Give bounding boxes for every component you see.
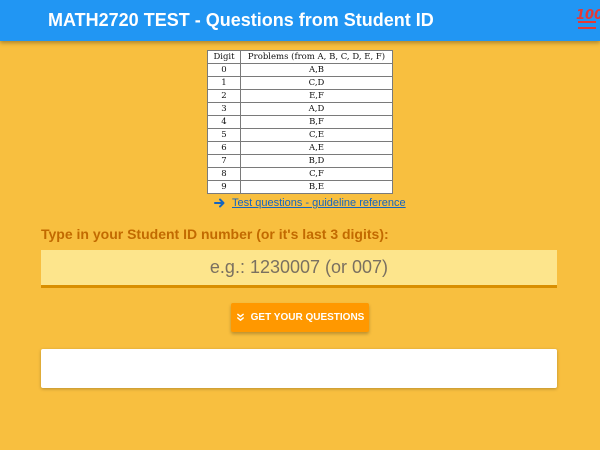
table-row: 7 B,D — [207, 154, 393, 168]
student-id-input[interactable] — [41, 250, 557, 288]
get-questions-label: GET YOUR QUESTIONS — [250, 312, 365, 323]
problems-cell: B,D — [240, 154, 393, 168]
table-row: 1 C,D — [207, 76, 393, 90]
app-bar: MATH2720 TEST - Questions from Student I… — [0, 0, 600, 41]
hundred-points-icon: 100 — [576, 7, 600, 31]
digit-cell: 0 — [207, 63, 241, 77]
table-header-row: Digit Problems (from A, B, C, D, E, F) — [207, 50, 393, 64]
get-questions-button[interactable]: GET YOUR QUESTIONS — [231, 303, 369, 332]
problems-cell: B,E — [240, 180, 393, 194]
digit-problem-table: Digit Problems (from A, B, C, D, E, F) 0… — [207, 50, 393, 194]
table-row: 5 C,E — [207, 128, 393, 142]
student-id-label: Type in your Student ID number (or it's … — [41, 226, 389, 242]
table-row: 9 B,E — [207, 180, 393, 194]
table-row: 4 B,F — [207, 115, 393, 129]
problems-cell: C,D — [240, 76, 393, 90]
digit-cell: 3 — [207, 102, 241, 116]
table-row: 0 A,B — [207, 63, 393, 77]
digit-cell: 1 — [207, 76, 241, 90]
app-title: MATH2720 TEST - Questions from Student I… — [48, 10, 434, 30]
digit-cell: 6 — [207, 141, 241, 155]
table-row: 3 A,D — [207, 102, 393, 116]
digit-cell: 5 — [207, 128, 241, 142]
problems-cell: A,D — [240, 102, 393, 116]
arrow-right-icon — [214, 198, 225, 208]
table-row: 2 E,F — [207, 89, 393, 103]
double-chevron-down-icon — [236, 313, 244, 321]
column-header-digit: Digit — [207, 50, 241, 64]
column-header-problems: Problems (from A, B, C, D, E, F) — [240, 50, 393, 64]
guideline-reference-link[interactable]: Test questions - guideline reference — [232, 197, 406, 209]
digit-cell: 9 — [207, 180, 241, 194]
problems-cell: C,F — [240, 167, 393, 181]
problems-cell: A,E — [240, 141, 393, 155]
digit-cell: 2 — [207, 89, 241, 103]
problems-cell: A,B — [240, 63, 393, 77]
problems-cell: E,F — [240, 89, 393, 103]
table-row: 6 A,E — [207, 141, 393, 155]
digit-cell: 8 — [207, 167, 241, 181]
problems-cell: B,F — [240, 115, 393, 129]
digit-cell: 4 — [207, 115, 241, 129]
digit-cell: 7 — [207, 154, 241, 168]
questions-result-panel — [41, 349, 557, 388]
reference-link-row: Test questions - guideline reference — [214, 196, 406, 210]
table-row: 8 C,F — [207, 167, 393, 181]
problems-cell: C,E — [240, 128, 393, 142]
